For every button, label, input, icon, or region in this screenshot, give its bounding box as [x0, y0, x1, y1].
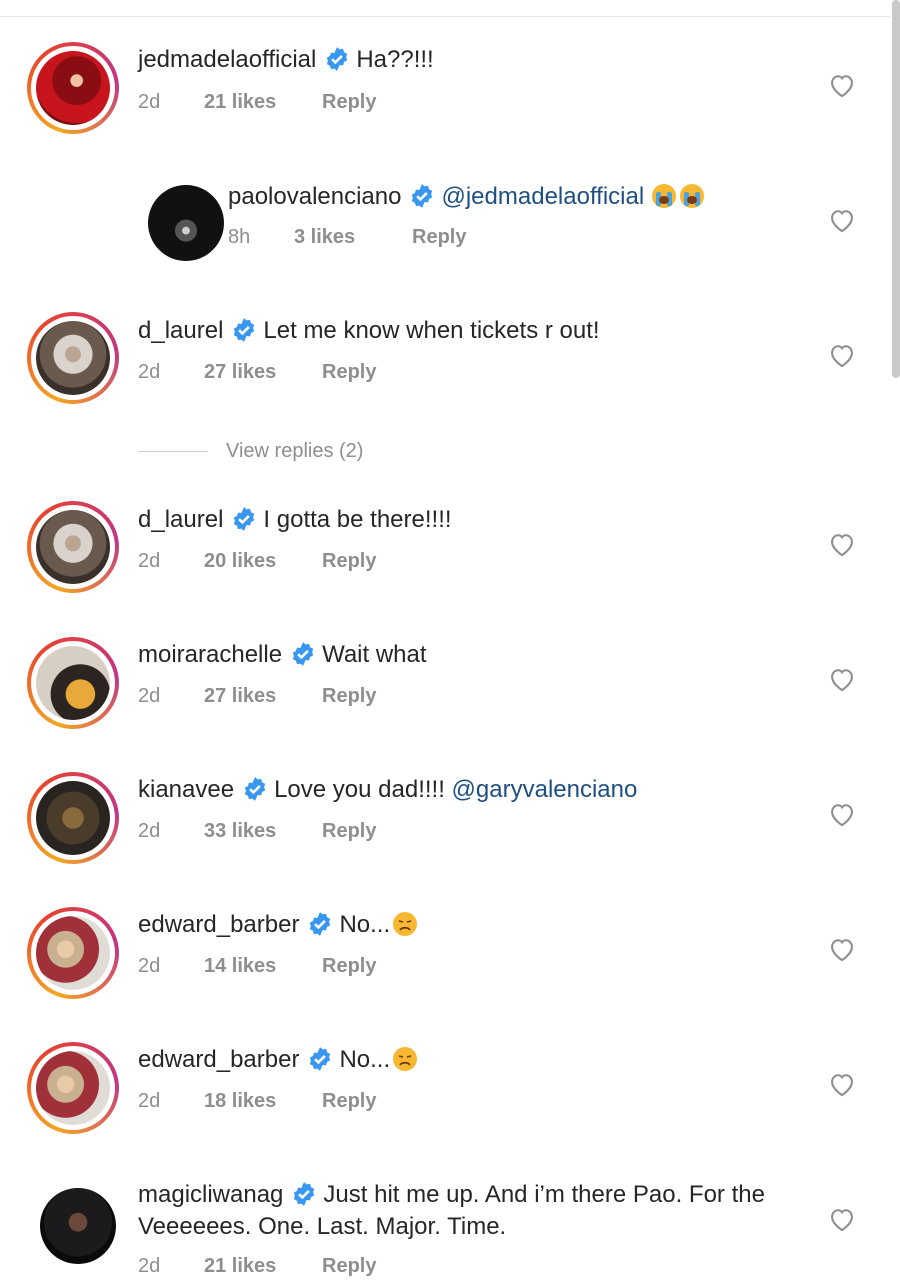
heart-icon[interactable]	[828, 342, 856, 368]
loudly-crying-face-emoji	[679, 184, 704, 208]
verified-badge-icon	[294, 1182, 315, 1206]
divider	[138, 451, 208, 453]
heart-icon[interactable]	[828, 72, 856, 98]
comment-text: No...	[339, 911, 391, 938]
reply-button[interactable]: Reply	[322, 953, 376, 979]
comment-likes[interactable]: 27 likes	[204, 683, 322, 709]
verified-badge-icon	[327, 47, 348, 71]
view-replies-label: View replies (2)	[226, 440, 364, 462]
comment-time: 2d	[138, 1090, 161, 1112]
comment-text: Let me know when tickets r out!	[263, 317, 600, 344]
avatar[interactable]	[27, 907, 119, 999]
heart-icon[interactable]	[828, 531, 856, 557]
reply-button[interactable]: Reply	[322, 683, 376, 709]
loudly-crying-face-emoji	[651, 184, 676, 208]
heart-icon[interactable]	[828, 666, 856, 692]
comment-mention[interactable]: @jedmadelaofficial	[441, 183, 644, 210]
comment-likes[interactable]: 33 likes	[204, 818, 322, 844]
reply-button[interactable]: Reply	[322, 1253, 376, 1279]
scrollbar[interactable]	[892, 0, 900, 378]
reply-button[interactable]: Reply	[322, 359, 376, 385]
verified-badge-icon	[310, 912, 331, 936]
avatar[interactable]	[27, 42, 119, 134]
heart-icon[interactable]	[828, 207, 856, 233]
heart-icon[interactable]	[828, 1206, 856, 1232]
comment-text: Wait what	[322, 641, 427, 668]
comment-likes[interactable]: 21 likes	[204, 1253, 322, 1279]
heart-icon[interactable]	[828, 1071, 856, 1097]
comment-likes[interactable]: 27 likes	[204, 359, 322, 385]
comment-username[interactable]: d_laurel	[138, 317, 223, 344]
reply-button[interactable]: Reply	[322, 89, 376, 115]
verified-badge-icon	[310, 1047, 331, 1071]
comment-time: 2d	[138, 91, 161, 113]
comment-time: 2d	[138, 1255, 161, 1277]
comment-time: 8h	[228, 226, 251, 248]
comment-username[interactable]: moirarachelle	[138, 641, 282, 668]
comment-time: 2d	[138, 361, 161, 383]
comment-likes[interactable]: 3 likes	[294, 224, 412, 250]
avatar[interactable]	[27, 1042, 119, 1134]
comment-username[interactable]: paolovalenciano	[228, 183, 401, 210]
comment-time: 2d	[138, 685, 161, 707]
reply-button[interactable]: Reply	[322, 548, 376, 574]
verified-badge-icon	[234, 318, 255, 342]
avatar[interactable]	[32, 1180, 124, 1272]
comment-text: Love you dad!!!!	[274, 776, 452, 803]
avatar[interactable]	[27, 772, 119, 864]
comment-mention[interactable]: @garyvalenciano	[452, 776, 638, 803]
comment-username[interactable]: edward_barber	[138, 911, 299, 938]
comment-likes[interactable]: 21 likes	[204, 89, 322, 115]
comment-likes[interactable]: 14 likes	[204, 953, 322, 979]
comment-username[interactable]: edward_barber	[138, 1046, 299, 1073]
view-replies-button[interactable]: View replies (2)	[138, 437, 363, 465]
verified-badge-icon	[244, 777, 266, 801]
comment-text: Ha??!!!	[356, 46, 434, 73]
top-divider	[0, 16, 890, 17]
verified-badge-icon	[292, 642, 314, 666]
reply-button[interactable]: Reply	[322, 1088, 376, 1114]
comment-username[interactable]: magicliwanag	[138, 1181, 283, 1208]
avatar[interactable]	[27, 637, 119, 729]
comment-text: No...	[339, 1046, 391, 1073]
avatar[interactable]	[140, 177, 232, 269]
comment-time: 2d	[138, 955, 161, 977]
heart-icon[interactable]	[828, 936, 856, 962]
comment-likes[interactable]: 20 likes	[204, 548, 322, 574]
reply-button[interactable]: Reply	[412, 224, 466, 250]
heart-icon[interactable]	[828, 801, 856, 827]
comment-likes[interactable]: 18 likes	[204, 1088, 322, 1114]
comment-username[interactable]: jedmadelaofficial	[138, 46, 316, 73]
avatar[interactable]	[27, 312, 119, 404]
verified-badge-icon	[234, 507, 255, 531]
disappointed-face-emoji	[393, 912, 418, 936]
comment-username[interactable]: d_laurel	[138, 506, 223, 533]
avatar[interactable]	[27, 501, 119, 593]
reply-button[interactable]: Reply	[322, 818, 376, 844]
comment-text: I gotta be there!!!!	[263, 506, 452, 533]
comment-username[interactable]: kianavee	[138, 776, 234, 803]
comment-time: 2d	[138, 550, 161, 572]
comment-time: 2d	[138, 820, 161, 842]
disappointed-face-emoji	[393, 1047, 418, 1071]
verified-badge-icon	[412, 184, 433, 208]
